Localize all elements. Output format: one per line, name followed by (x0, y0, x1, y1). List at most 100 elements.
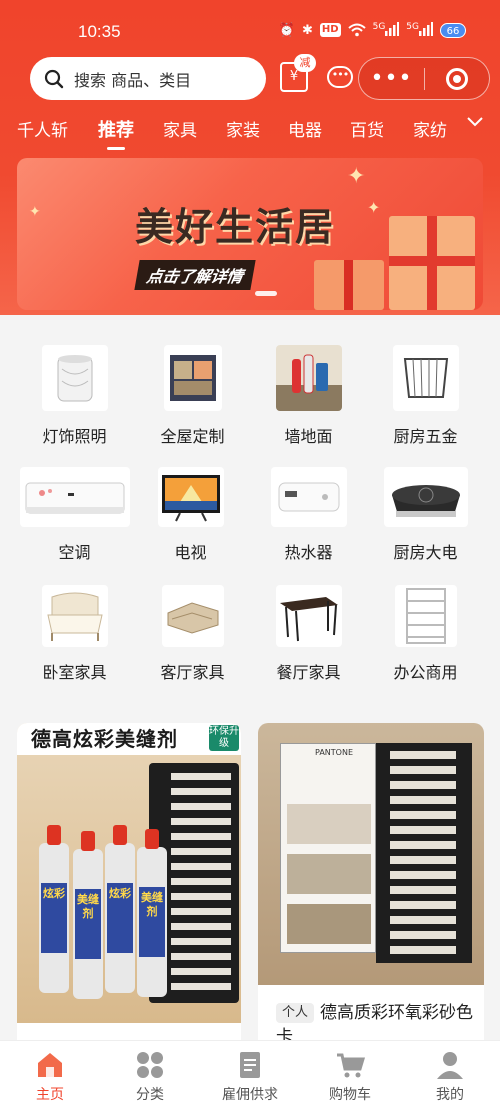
category-label: 厨房五金 (393, 427, 458, 446)
tube-label: 美缝剂 (139, 887, 165, 957)
category-tabs: 千人斩 推荐 家具 家装 电器 百货 家纺 (0, 108, 500, 150)
category-wall-floor[interactable]: 墙地面 (246, 345, 371, 447)
profile-icon (434, 1049, 466, 1081)
dining-table-icon (275, 585, 342, 647)
alarm-icon: ⏰ (278, 22, 296, 38)
tab-qianrenzhan[interactable]: 千人斩 (17, 116, 68, 141)
water-heater-icon (270, 467, 347, 527)
tab-recommend[interactable]: 推荐 (98, 116, 134, 150)
nav-label: 购物车 (329, 1087, 371, 1103)
product-tube: 美缝剂 (137, 829, 167, 997)
category-label: 灯饰照明 (42, 427, 107, 446)
seller-type-tag: 个人 (276, 1003, 315, 1023)
chevron-down-icon[interactable] (464, 110, 486, 132)
category-label: 全屋定制 (160, 427, 225, 446)
wall-floor-icon (275, 345, 342, 411)
kitchen-basket-icon (392, 345, 459, 411)
document-icon (234, 1049, 266, 1081)
tube-label: 炫彩 (107, 883, 133, 953)
promo-banner[interactable]: ✦ ✦ ✦ 美好生活居 点击了解详情 (17, 158, 483, 310)
nav-category[interactable]: 分类 (100, 1049, 200, 1104)
tab-furniture[interactable]: 家具 (163, 116, 197, 141)
gift-box (314, 260, 384, 310)
banner-title: 美好生活居 (135, 204, 336, 249)
color-card-board: PANTONE (280, 743, 376, 953)
status-bar: 10:35 ⏰ ✱ HD 5G 5G 66 (0, 0, 500, 56)
miniprogram-capsule: ••• (358, 57, 490, 100)
category-dining-furniture[interactable]: 餐厅家具 (246, 585, 371, 683)
nav-cart[interactable]: 购物车 (300, 1049, 400, 1104)
category-water-heater[interactable]: 热水器 (246, 467, 371, 563)
message-button[interactable]: ••• (327, 66, 353, 88)
nav-hire[interactable]: 雇佣供求 (200, 1049, 300, 1104)
banner-pagination (255, 291, 277, 296)
chat-icon: ••• (331, 68, 349, 81)
nav-label: 我的 (436, 1087, 464, 1103)
bottom-nav: 主页 分类 雇佣供求 购物车 我的 (0, 1040, 500, 1111)
search-input[interactable]: 搜索 商品、类目 (30, 57, 266, 100)
sofa-icon (161, 585, 224, 647)
tab-textile[interactable]: 家纺 (413, 116, 447, 141)
status-icons: ⏰ ✱ HD 5G 5G 66 (279, 22, 466, 38)
sparkle-icon: ✦ (29, 204, 41, 220)
signal-icon: 5G (406, 22, 433, 38)
battery-icon: 66 (440, 22, 466, 38)
coupon-tag: 减 (294, 54, 316, 72)
product-card[interactable]: 德高炫彩美缝剂 环保升级 炫彩 美缝剂 炫彩 美缝剂 (17, 723, 241, 1053)
close-miniprogram-button[interactable] (425, 67, 489, 90)
category-label: 电视 (174, 543, 207, 562)
nav-profile[interactable]: 我的 (400, 1049, 500, 1104)
wifi-icon (347, 22, 366, 38)
category-icon (134, 1049, 166, 1081)
more-menu-button[interactable]: ••• (359, 67, 424, 89)
nav-label: 主页 (36, 1087, 64, 1103)
tube-label: 美缝剂 (75, 889, 101, 959)
product-tube: 炫彩 (105, 825, 135, 993)
tv-icon (157, 467, 224, 527)
product-image-title: 德高炫彩美缝剂 (17, 723, 241, 755)
tube-label: 炫彩 (41, 883, 67, 953)
gift-box (389, 216, 475, 310)
category-label: 客厅家具 (160, 663, 225, 682)
lamp-icon (41, 345, 108, 411)
wardrobe-icon (163, 345, 222, 411)
product-card[interactable]: PANTONE 个人 德高质彩环氧彩砂色卡 (258, 723, 484, 1053)
bed-icon (41, 585, 108, 647)
category-living-room-furniture[interactable]: 客厅家具 (130, 585, 255, 683)
yen-icon: ¥ (289, 69, 299, 84)
coupon-button[interactable]: ¥ 减 (280, 54, 316, 92)
tab-decoration[interactable]: 家装 (226, 116, 260, 141)
category-label: 热水器 (284, 543, 333, 562)
category-tv[interactable]: 电视 (128, 467, 253, 563)
category-lighting[interactable]: 灯饰照明 (12, 345, 137, 447)
category-label: 空调 (58, 543, 91, 562)
category-label: 墙地面 (284, 427, 333, 446)
category-kitchen-appliance[interactable]: 厨房大电 (363, 467, 488, 563)
status-time: 10:35 (78, 22, 121, 41)
category-label: 餐厅家具 (276, 663, 341, 682)
product-image: PANTONE (258, 723, 484, 985)
product-tube: 炫彩 (39, 825, 69, 993)
category-air-conditioner[interactable]: 空调 (12, 467, 137, 563)
category-label: 办公商用 (393, 663, 458, 682)
category-kitchen-hardware[interactable]: 厨房五金 (363, 345, 488, 447)
category-office-commercial[interactable]: 办公商用 (363, 585, 488, 683)
nav-label: 分类 (136, 1087, 164, 1103)
signal-icon: 5G (373, 22, 400, 38)
category-custom-home[interactable]: 全屋定制 (130, 345, 255, 447)
hd-badge: HD (319, 23, 341, 37)
brand-label: PANTONE (315, 748, 353, 757)
signal-label: 5G (372, 22, 386, 32)
tab-appliance[interactable]: 电器 (288, 116, 322, 141)
induction-cooker-icon (383, 467, 468, 527)
cart-icon (334, 1049, 366, 1081)
nav-label: 雇佣供求 (222, 1087, 278, 1103)
eco-badge: 环保升级 (209, 725, 239, 751)
nav-home[interactable]: 主页 (0, 1049, 100, 1104)
signal-label: 5G (406, 22, 419, 32)
category-bedroom-furniture[interactable]: 卧室家具 (12, 585, 137, 683)
category-label: 厨房大电 (393, 543, 458, 562)
tab-goods[interactable]: 百货 (350, 116, 384, 141)
shelf-icon (394, 585, 457, 647)
category-label: 卧室家具 (42, 663, 107, 682)
